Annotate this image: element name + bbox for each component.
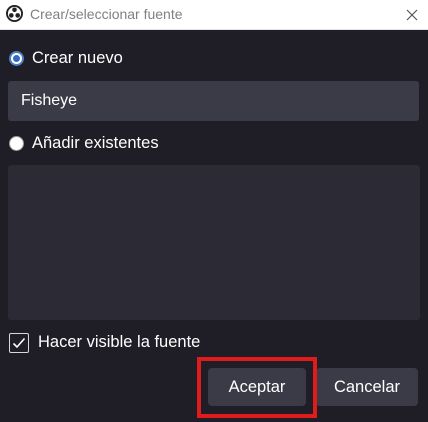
add-existing-label[interactable]: Añadir existentes: [32, 134, 159, 153]
create-new-label[interactable]: Crear nuevo: [32, 49, 123, 68]
create-new-radio[interactable]: [9, 51, 24, 66]
make-visible-label[interactable]: Hacer visible la fuente: [38, 333, 200, 352]
cancel-button[interactable]: Cancelar: [316, 368, 418, 406]
existing-sources-list[interactable]: [8, 165, 420, 320]
close-button[interactable]: [396, 0, 428, 30]
make-visible-checkbox[interactable]: [9, 333, 29, 353]
close-icon: [406, 9, 418, 21]
accept-button[interactable]: Aceptar: [208, 368, 306, 406]
source-name-input[interactable]: [8, 81, 419, 121]
add-existing-radio[interactable]: [9, 136, 24, 151]
checkmark-icon: [12, 337, 26, 349]
window-title: Crear/seleccionar fuente: [30, 6, 183, 22]
title-bar: Crear/seleccionar fuente: [0, 0, 428, 30]
obs-logo-icon: [6, 5, 23, 22]
radio-selected-dot: [13, 55, 20, 62]
